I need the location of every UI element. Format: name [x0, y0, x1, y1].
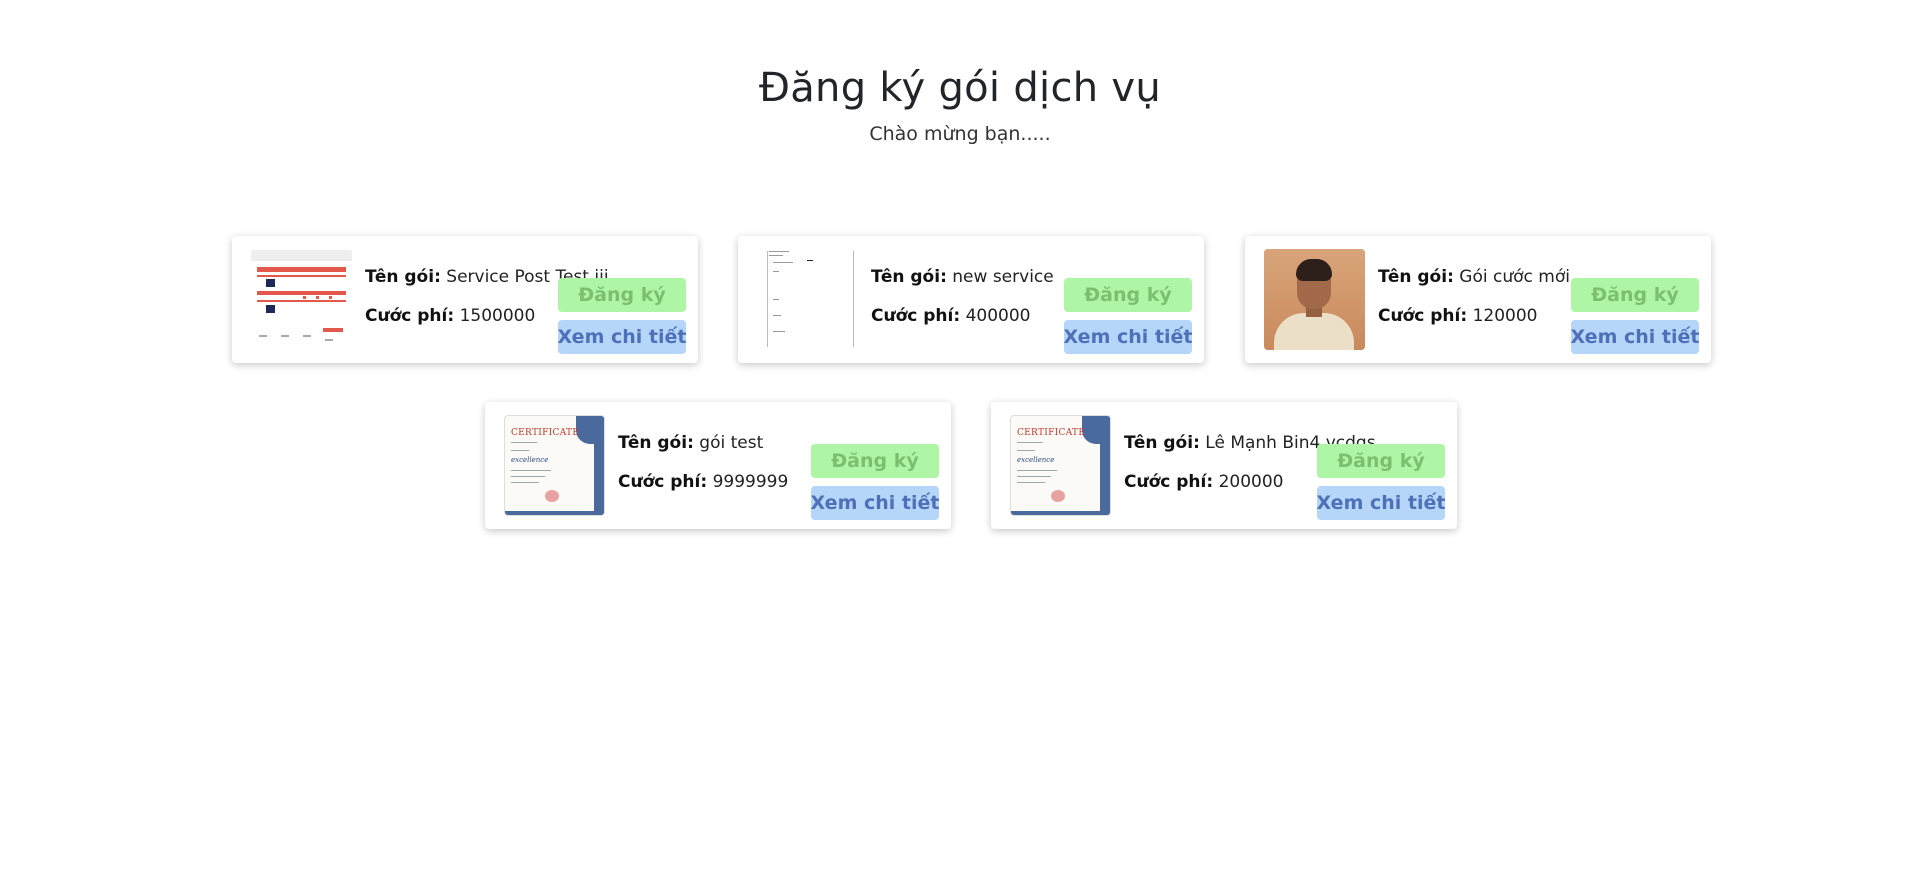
- page-title: Đăng ký gói dịch vụ: [758, 65, 1162, 111]
- view-detail-button[interactable]: Xem chi tiết: [811, 486, 939, 520]
- package-price: 1500000: [459, 306, 536, 326]
- package-price: 200000: [1218, 472, 1284, 492]
- package-price-label: Cước phí:: [618, 472, 708, 492]
- package-name-label: Tên gói:: [1378, 267, 1454, 287]
- package-thumbnail: [757, 249, 858, 350]
- register-button[interactable]: Đăng ký: [811, 444, 939, 478]
- register-button[interactable]: Đăng ký: [1317, 444, 1445, 478]
- package-name-label: Tên gói:: [871, 267, 947, 287]
- package-name-label: Tên gói:: [618, 433, 694, 453]
- view-detail-button[interactable]: Xem chi tiết: [1064, 320, 1192, 354]
- view-detail-button[interactable]: Xem chi tiết: [1571, 320, 1699, 354]
- view-detail-button[interactable]: Xem chi tiết: [558, 320, 686, 354]
- package-card: CERTIFICATE excellence Tên gói: Lê Mạnh …: [991, 402, 1457, 529]
- package-name: new service: [952, 267, 1054, 287]
- package-price-label: Cước phí:: [871, 306, 961, 326]
- package-thumbnail: CERTIFICATE excellence: [504, 415, 605, 516]
- package-name: gói test: [699, 433, 764, 453]
- package-card: Tên gói: Service Post Test iii Cước phí:…: [232, 236, 698, 363]
- package-name: Gói cước mới: [1459, 267, 1570, 287]
- package-price-label: Cước phí:: [1124, 472, 1214, 492]
- page-header: Đăng ký gói dịch vụ Chào mừng bạn.....: [0, 62, 1920, 146]
- package-thumbnail: CERTIFICATE excellence: [1010, 415, 1111, 516]
- package-price-label: Cước phí:: [365, 306, 455, 326]
- package-card: Tên gói: Gói cước mới Cước phí: 120000 Đ…: [1245, 236, 1711, 363]
- register-button[interactable]: Đăng ký: [1064, 278, 1192, 312]
- package-thumbnail: [1264, 249, 1365, 350]
- package-card: Tên gói: new service Cước phí: 400000 Đă…: [738, 236, 1204, 363]
- register-button[interactable]: Đăng ký: [558, 278, 686, 312]
- package-name-label: Tên gói:: [365, 267, 441, 287]
- package-name-label: Tên gói:: [1124, 433, 1200, 453]
- package-price: 400000: [965, 306, 1031, 326]
- package-thumbnail: [251, 249, 352, 350]
- view-detail-button[interactable]: Xem chi tiết: [1317, 486, 1445, 520]
- package-price: 9999999: [712, 472, 789, 492]
- package-card: CERTIFICATE excellence Tên gói: gói test…: [485, 402, 951, 529]
- package-price: 120000: [1472, 306, 1538, 326]
- register-button[interactable]: Đăng ký: [1571, 278, 1699, 312]
- page-subtitle: Chào mừng bạn.....: [869, 123, 1051, 145]
- package-price-label: Cước phí:: [1378, 306, 1468, 326]
